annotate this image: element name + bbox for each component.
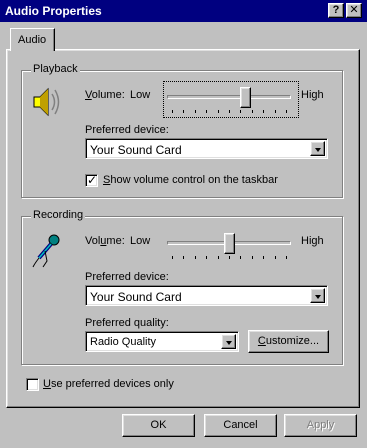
microphone-icon <box>31 233 63 269</box>
slider-tick <box>229 110 230 113</box>
recording-volume-label: Volume: <box>85 235 125 247</box>
tab-audio-label: Audio <box>18 34 47 46</box>
slider-tick <box>172 256 173 259</box>
recording-slider-ticks <box>172 256 287 260</box>
recording-quality-select[interactable]: Radio Quality <box>85 331 239 352</box>
chevron-down-icon[interactable] <box>310 288 325 303</box>
chevron-down-icon[interactable] <box>221 334 236 349</box>
customize-button[interactable]: Customize... <box>248 330 329 353</box>
tab-audio[interactable]: Audio <box>10 28 55 51</box>
slider-tick <box>275 256 276 259</box>
playback-group: Playback Volume: Low High Preferred devi… <box>21 63 343 198</box>
recording-device-value: Your Sound Card <box>90 290 182 304</box>
slider-tick <box>240 256 241 259</box>
recording-quality-label: Preferred quality: <box>85 317 169 329</box>
slider-tick <box>252 110 253 113</box>
playback-device-label: Preferred device: <box>85 124 169 136</box>
recording-low-label: Low <box>130 235 151 247</box>
checkmark-icon: ✓ <box>87 173 98 187</box>
slider-tick <box>172 110 173 113</box>
ok-button[interactable]: OK <box>122 414 195 437</box>
playback-device-select[interactable]: Your Sound Card <box>85 138 328 159</box>
playback-slider-track <box>167 95 291 99</box>
recording-device-label: Preferred device: <box>85 271 169 283</box>
slider-tick <box>263 110 264 113</box>
playback-low-label: Low <box>130 89 151 101</box>
playback-high-label: High <box>301 89 324 101</box>
slider-tick <box>183 110 184 113</box>
slider-tick <box>206 110 207 113</box>
use-preferred-checkbox[interactable]: ✓ <box>26 378 39 391</box>
slider-tick <box>195 110 196 113</box>
recording-volume-slider[interactable] <box>164 228 298 263</box>
window-title: Audio Properties <box>5 4 102 18</box>
slider-tick <box>286 110 287 113</box>
recording-group: Recording Volume: Low High Preferred dev… <box>21 209 343 365</box>
playback-volume-label: Volume: <box>85 89 125 101</box>
slider-tick <box>286 256 287 259</box>
playback-device-value: Your Sound Card <box>90 143 182 157</box>
recording-slider-thumb[interactable] <box>223 233 235 254</box>
use-preferred-label[interactable]: Use preferred devices only <box>43 378 174 390</box>
slider-tick <box>229 256 230 259</box>
slider-tick <box>206 256 207 259</box>
title-bar[interactable]: Audio Properties ? ✕ <box>0 0 367 22</box>
close-button[interactable]: ✕ <box>346 3 362 18</box>
slider-tick <box>218 110 219 113</box>
apply-button[interactable]: Apply <box>284 414 357 437</box>
slider-tick <box>252 256 253 259</box>
playback-group-label: Playback <box>31 63 80 75</box>
slider-tick <box>195 256 196 259</box>
slider-tick <box>275 110 276 113</box>
help-button[interactable]: ? <box>328 3 344 18</box>
recording-high-label: High <box>301 235 324 247</box>
slider-tick <box>263 256 264 259</box>
tab-panel: Playback Volume: Low High Preferred devi… <box>6 49 360 408</box>
playback-volume-slider[interactable] <box>163 81 299 118</box>
playback-slider-ticks <box>172 110 287 114</box>
show-volume-checkbox[interactable]: ✓ <box>85 173 98 187</box>
recording-group-label: Recording <box>31 209 86 221</box>
chevron-down-icon[interactable] <box>310 141 325 156</box>
cancel-button[interactable]: Cancel <box>204 414 277 437</box>
slider-tick <box>183 256 184 259</box>
slider-tick <box>218 256 219 259</box>
slider-tick <box>240 110 241 113</box>
recording-device-select[interactable]: Your Sound Card <box>85 285 328 306</box>
recording-quality-value: Radio Quality <box>90 336 157 348</box>
show-volume-label[interactable]: Show volume control on the taskbar <box>103 174 278 186</box>
playback-slider-thumb[interactable] <box>240 87 252 108</box>
speaker-icon <box>32 85 62 119</box>
